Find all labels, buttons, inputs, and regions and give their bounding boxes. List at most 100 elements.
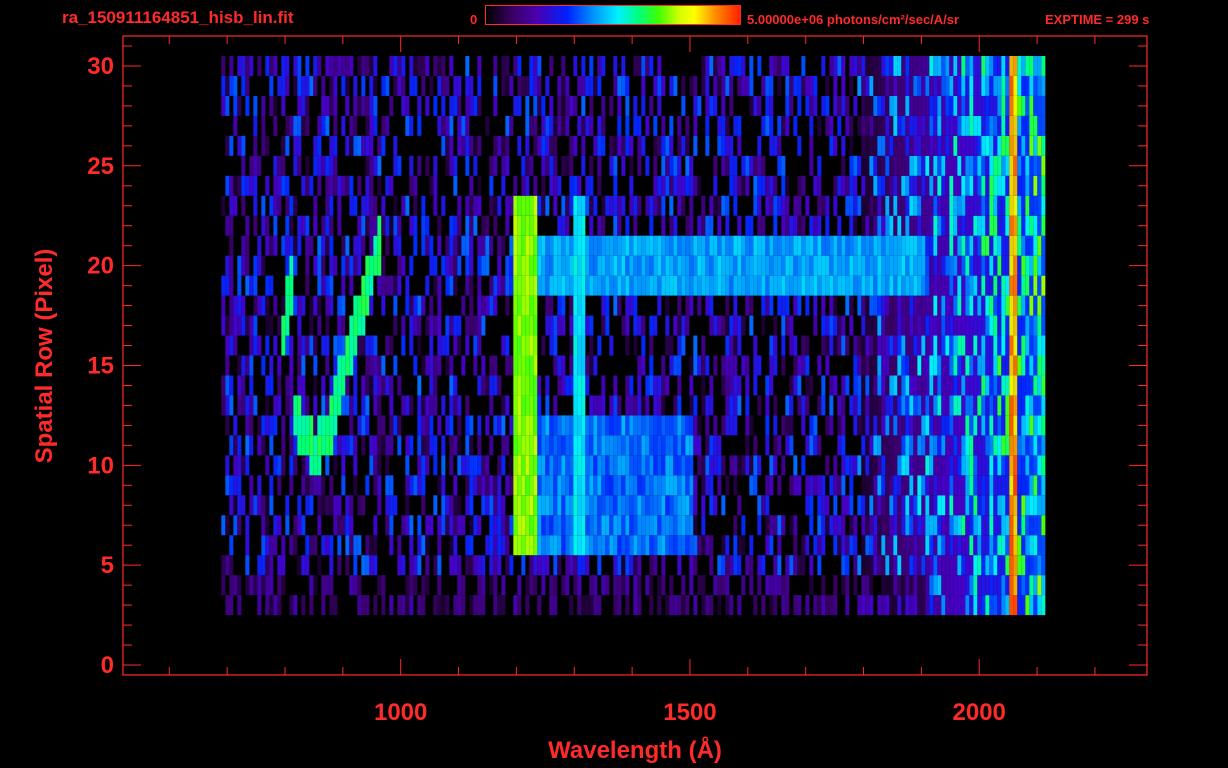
heat-cell (701, 535, 706, 556)
heat-cell (961, 355, 966, 376)
heat-cell (905, 255, 910, 276)
heat-cell (229, 295, 234, 316)
heat-cell (709, 55, 714, 76)
heat-cell (1013, 95, 1018, 116)
heat-cell (361, 315, 366, 336)
heat-cell (869, 455, 874, 476)
heat-cell (277, 375, 282, 396)
heat-cell (517, 55, 522, 76)
heat-cell (825, 75, 830, 96)
heat-cell (525, 535, 530, 556)
heat-cell (653, 175, 658, 196)
heat-cell (501, 415, 506, 436)
heat-cell (397, 375, 402, 396)
heat-cell (565, 435, 570, 456)
heat-cell (329, 395, 334, 416)
heat-cell (657, 575, 662, 596)
heat-cell (473, 215, 478, 236)
heat-cell (237, 595, 242, 616)
heat-cell (841, 55, 846, 76)
heat-cell (977, 475, 982, 496)
heat-cell (837, 335, 842, 356)
heat-cell (937, 435, 942, 456)
heat-cell (837, 475, 842, 496)
heat-cell (737, 115, 742, 136)
heat-cell (973, 375, 978, 396)
heat-cell (941, 435, 946, 456)
heat-cell (457, 135, 462, 156)
heat-cell (741, 55, 746, 76)
heat-cell (921, 555, 926, 576)
heat-cell (1017, 495, 1022, 516)
heat-cell (309, 495, 314, 516)
heat-cell (405, 115, 410, 136)
heat-cell (1001, 375, 1006, 396)
heat-cell (609, 275, 614, 296)
heat-cell (953, 555, 958, 576)
heat-cell (685, 215, 690, 236)
heat-cell (989, 155, 994, 176)
heat-cell (713, 315, 718, 336)
heat-cell (901, 535, 906, 556)
heat-cell (421, 455, 426, 476)
heat-cell (413, 315, 418, 336)
heat-cell (913, 315, 918, 336)
heat-cell (729, 95, 734, 116)
heat-cell (925, 175, 930, 196)
heat-cell (281, 75, 286, 96)
heat-cell (825, 495, 830, 516)
heat-cell (973, 215, 978, 236)
heat-cell (269, 555, 274, 576)
heat-cell (465, 555, 470, 576)
heat-cell (953, 475, 958, 496)
heat-cell (493, 355, 498, 376)
heat-cell (501, 435, 506, 456)
heat-cell (445, 235, 450, 256)
heat-cell (1005, 435, 1010, 456)
heat-cell (329, 95, 334, 116)
heat-cell (353, 455, 358, 476)
heat-cell (857, 395, 862, 416)
heat-cell (1025, 115, 1030, 136)
heat-cell (881, 475, 886, 496)
heat-cell (317, 295, 322, 316)
heat-cell (981, 275, 986, 296)
heat-cell (993, 335, 998, 356)
heat-cell (521, 75, 526, 96)
heat-cell (829, 375, 834, 396)
heat-cell (345, 175, 350, 196)
heat-cell (785, 595, 790, 616)
heat-cell (381, 215, 386, 236)
heat-cell (889, 235, 894, 256)
heat-cell (837, 95, 842, 116)
heat-cell (517, 595, 522, 616)
heat-cell (753, 355, 758, 376)
heat-cell (357, 535, 362, 556)
heat-cell (669, 415, 674, 436)
heat-cell (325, 235, 330, 256)
heat-cell (885, 515, 890, 536)
heat-cell (1029, 155, 1034, 176)
heat-cell (693, 515, 698, 536)
heat-cell (941, 575, 946, 596)
heat-cell (873, 435, 878, 456)
heat-cell (569, 255, 574, 276)
heat-cell (869, 415, 874, 436)
heat-cell (781, 195, 786, 216)
heat-cell (649, 195, 654, 216)
heat-cell (1013, 175, 1018, 196)
heat-cell (377, 415, 382, 436)
heat-cell (353, 335, 358, 356)
heat-cell (1021, 175, 1026, 196)
heat-cell (497, 235, 502, 256)
heat-cell (613, 415, 618, 436)
heat-cell (873, 235, 878, 256)
heat-cell (253, 115, 258, 136)
heat-cell (605, 575, 610, 596)
heat-cell (585, 315, 590, 336)
heat-cell (237, 95, 242, 116)
heat-cell (537, 495, 542, 516)
heat-cell (949, 95, 954, 116)
heat-cell (689, 515, 694, 536)
heat-cell (489, 475, 494, 496)
